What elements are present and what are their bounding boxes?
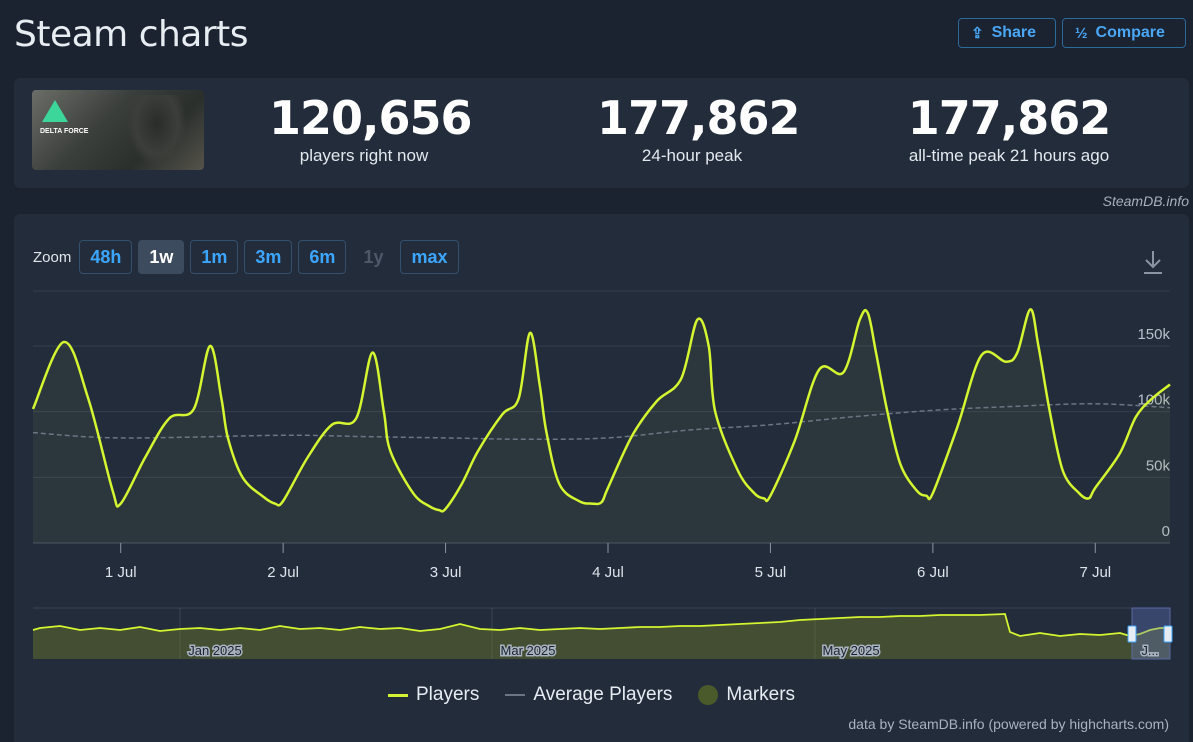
legend-markers-label: Markers bbox=[726, 684, 796, 705]
highcharts-credit[interactable]: data by SteamDB.info (powered by highcha… bbox=[848, 716, 1169, 732]
x-tick-label: 6 Jul bbox=[917, 564, 949, 581]
x-tick-label: 3 Jul bbox=[430, 564, 462, 581]
players-area bbox=[33, 309, 1170, 543]
navigator-label: May 2025 bbox=[822, 643, 879, 658]
players-swatch bbox=[388, 693, 408, 697]
navigator-handle bbox=[1127, 625, 1137, 643]
navigator-label: Jan 2025 bbox=[188, 643, 242, 658]
legend-average-label: Average Players bbox=[533, 684, 673, 705]
navigator-label: J... bbox=[1141, 643, 1158, 658]
x-tick-label: 4 Jul bbox=[592, 564, 624, 581]
y-tick-label: 150k bbox=[1137, 326, 1170, 343]
chart-legend: Players Average Players Markers bbox=[388, 684, 795, 706]
navigator-label: Mar 2025 bbox=[501, 643, 556, 658]
player-chart[interactable]: 050k100k150k1 Jul2 Jul3 Jul4 Jul5 Jul6 J… bbox=[0, 0, 1193, 742]
legend-players[interactable]: Players bbox=[388, 684, 479, 706]
x-tick-label: 7 Jul bbox=[1079, 564, 1111, 581]
markers-swatch bbox=[698, 685, 719, 705]
x-tick-label: 5 Jul bbox=[755, 564, 787, 581]
navigator-handle bbox=[1163, 625, 1173, 643]
x-tick-label: 1 Jul bbox=[105, 564, 137, 581]
average-swatch bbox=[505, 694, 526, 696]
legend-players-label: Players bbox=[416, 684, 480, 705]
legend-markers[interactable]: Markers bbox=[698, 684, 795, 706]
x-tick-label: 2 Jul bbox=[267, 564, 299, 581]
legend-average[interactable]: Average Players bbox=[505, 684, 672, 706]
